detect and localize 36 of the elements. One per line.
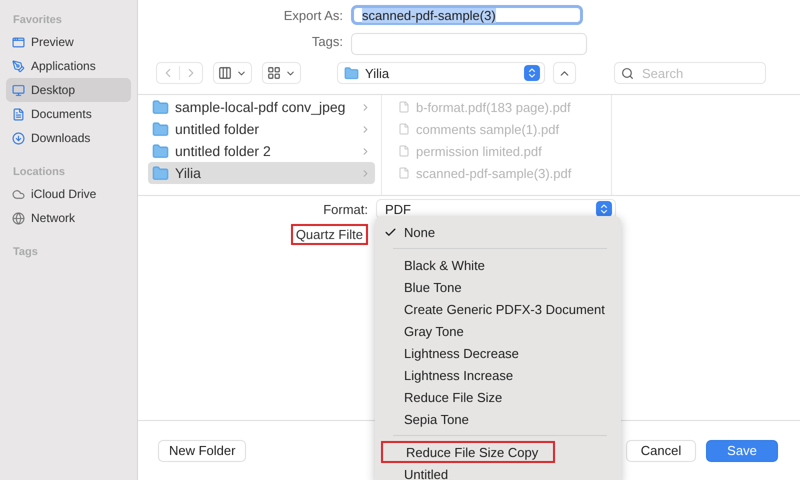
search-bar[interactable]: Search [614, 62, 766, 84]
search-field[interactable]: Search [640, 64, 754, 82]
folder-item[interactable]: untitled folder 2 [148, 140, 375, 162]
folder-item[interactable]: sample-local-pdf conv_jpeg [148, 96, 375, 118]
quartz-filter-label: Quartz Filte [290, 224, 368, 244]
menu-item[interactable]: Reduce File Size Copy [381, 441, 555, 463]
folder-item[interactable]: Yilia [148, 162, 375, 184]
format-label: Format: [322, 202, 369, 216]
menu-item[interactable]: Gray Tone [381, 320, 615, 342]
sidebar-item[interactable]: iCloud Drive [6, 182, 131, 206]
field-label: Export As: [282, 8, 344, 22]
sidebar-item[interactable]: Downloads [6, 126, 131, 150]
menu-item[interactable]: Reduce File Size [381, 386, 615, 408]
field-label: Tags: [310, 34, 344, 48]
folder-item[interactable]: untitled folder [148, 118, 375, 140]
cancel-button[interactable]: Cancel [626, 440, 696, 462]
sidebar-item[interactable]: Documents [6, 102, 131, 126]
menu-item[interactable]: Sepia Tone [381, 408, 615, 430]
sidebar-item[interactable]: Preview [6, 30, 131, 54]
menu-item[interactable]: None [381, 221, 615, 243]
save-button[interactable]: Save [706, 440, 778, 462]
sidebar-heading: Favorites [12, 13, 63, 28]
menu-item[interactable]: Blue Tone [381, 276, 615, 298]
new-folder-button[interactable]: New Folder [158, 440, 246, 462]
sidebar-item[interactable]: Applications [6, 54, 131, 78]
menu-item[interactable]: Lightness Decrease [381, 342, 615, 364]
menu-item[interactable]: Black & White [381, 254, 615, 276]
menu-item[interactable]: Untitled [381, 463, 615, 480]
filename-field[interactable]: scanned-pdf-sample(3) [351, 5, 583, 25]
location-popup[interactable]: Yilia [337, 62, 545, 84]
sidebar-heading: Locations [12, 165, 66, 180]
sidebar-item[interactable]: Desktop [6, 78, 131, 102]
menu-item[interactable]: Lightness Increase [381, 364, 615, 386]
sidebar-item[interactable]: Network [6, 206, 131, 230]
menu-item[interactable]: Create Generic PDFX-3 Document [381, 298, 615, 320]
sidebar-heading: Tags [12, 245, 39, 260]
